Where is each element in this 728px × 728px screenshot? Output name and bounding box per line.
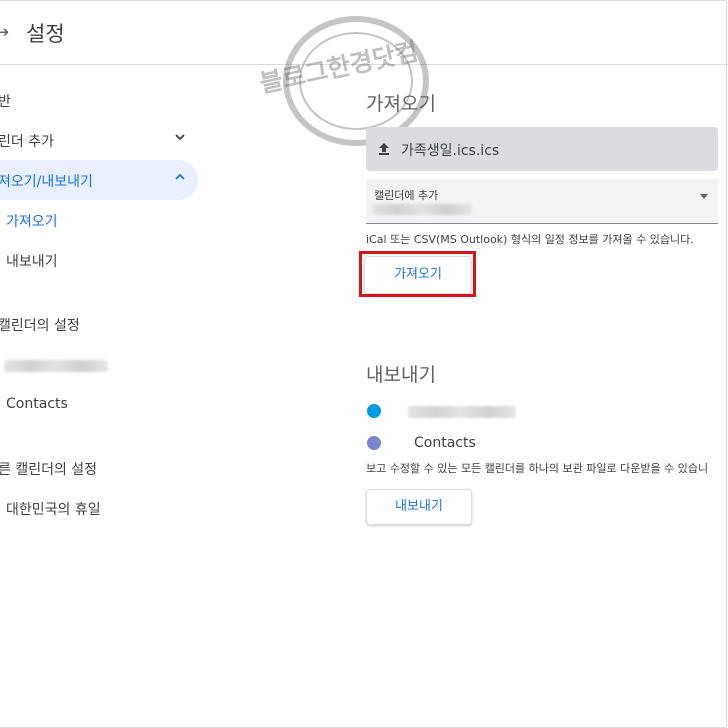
- arrow-left-icon[interactable]: →: [0, 22, 9, 43]
- redacted-calendar-name[interactable]: [4, 360, 108, 372]
- dropdown-arrow-icon[interactable]: [700, 194, 708, 199]
- import-heading: 가져오기: [366, 93, 436, 115]
- chevron-down-icon[interactable]: [174, 131, 186, 147]
- export-button[interactable]: 내보내기: [366, 489, 472, 525]
- file-name: 가족생일.ics.ics: [401, 143, 500, 159]
- calendar-color-dot: [367, 436, 381, 450]
- import-hint: iCal 또는 CSV(MS Outlook) 형식의 일정 정보를 가져올 수…: [366, 233, 694, 246]
- sidebar-heading-my-calendars: 캘린더의 설정: [0, 318, 80, 334]
- highlight-box: [359, 251, 476, 297]
- sidebar-item-import[interactable]: 가져오기: [6, 211, 58, 231]
- upload-icon: [377, 141, 391, 160]
- redacted-calendar-name: [408, 406, 516, 418]
- sidebar-item-add-calendar[interactable]: 린더 추가: [0, 131, 54, 151]
- page-title: 설정: [26, 22, 65, 46]
- page-frame: [0, 0, 727, 728]
- chevron-up-icon[interactable]: [174, 171, 186, 187]
- sidebar-item-contacts[interactable]: Contacts: [6, 396, 68, 412]
- sidebar-item-holidays[interactable]: 대한민국의 휴일: [6, 499, 101, 519]
- sidebar-heading-other-calendars: 른 캘린더의 설정: [0, 462, 98, 478]
- redacted-select-value: [372, 204, 472, 215]
- sidebar-item-general[interactable]: 반: [0, 91, 11, 111]
- export-hint: 보고 수정할 수 있는 모든 캘린더를 하나의 보관 파일로 다운받을 수 있습…: [366, 462, 709, 475]
- sidebar-item-export[interactable]: 내보내기: [6, 251, 58, 271]
- calendar-name-contacts: Contacts: [414, 435, 476, 451]
- sidebar-item-import-export[interactable]: 져오기/내보내기: [0, 171, 93, 191]
- calendar-select-label: 캘린더에 추가: [374, 189, 439, 202]
- calendar-color-dot: [367, 404, 381, 418]
- export-heading: 내보내기: [366, 364, 436, 386]
